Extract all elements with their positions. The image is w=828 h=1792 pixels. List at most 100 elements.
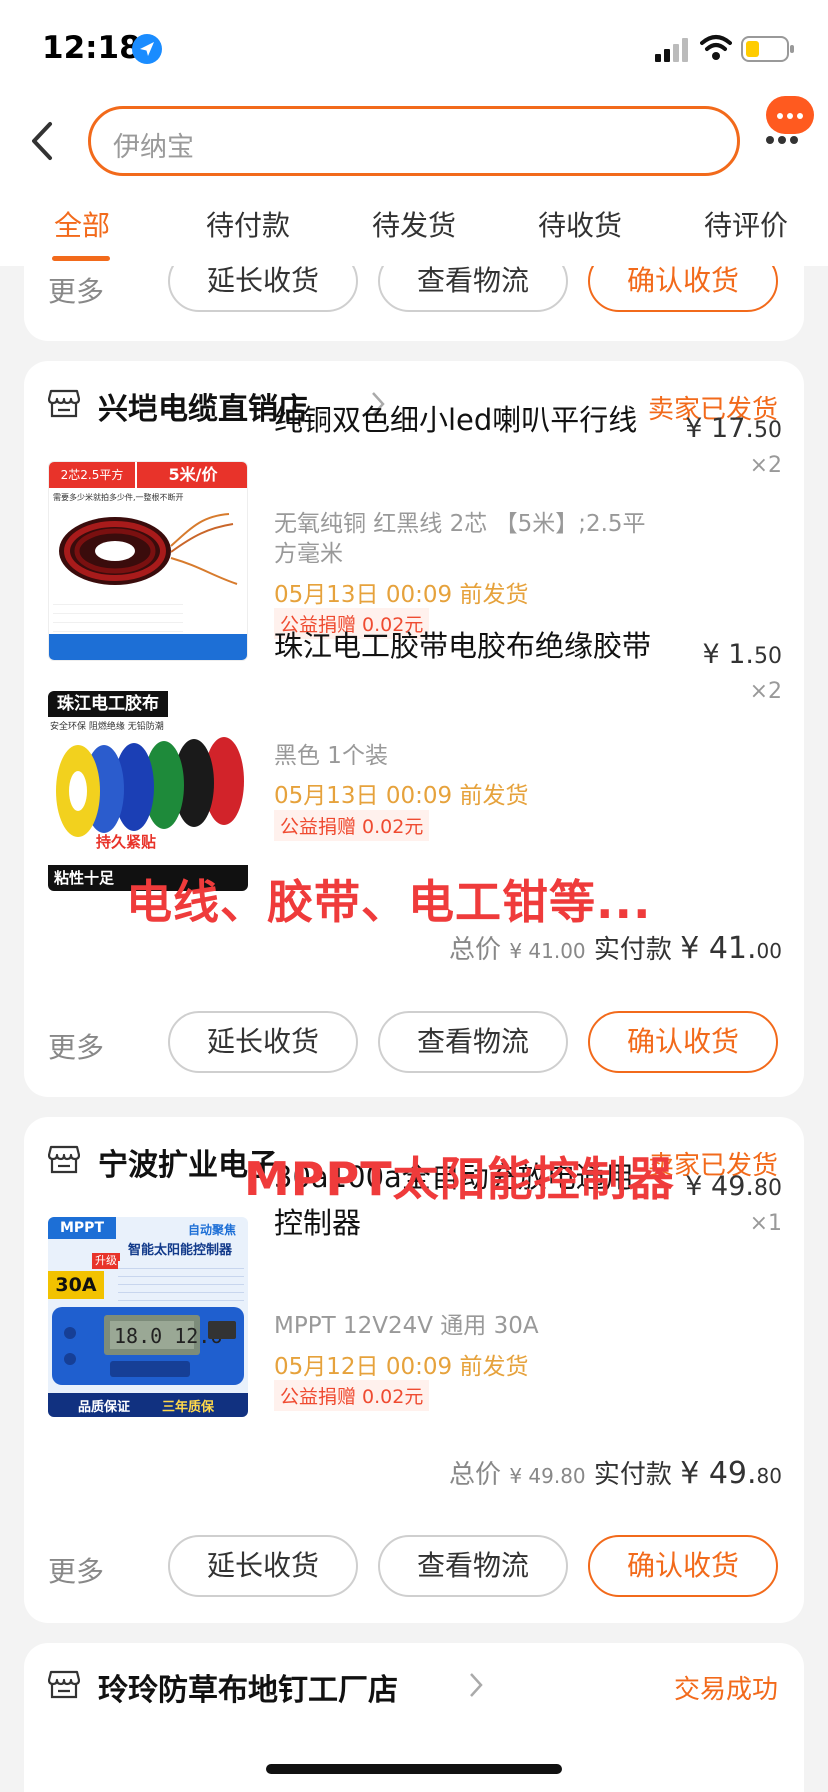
tab-pending-receipt[interactable]: 待收货 [538,204,622,244]
paid-dec: 80 [756,1464,782,1488]
donation-tag: 公益捐赠 0.02元 [274,1380,430,1411]
paid-label: 实付款 [593,1460,672,1490]
paid-int: ¥ 49. [680,1456,757,1491]
view-logistics-button[interactable]: 查看物流 [378,1535,568,1597]
thumb-label: 品质保证 [78,1400,131,1415]
product-price: ¥ 1.50 [702,639,782,670]
header-bar: 伊纳宝 [0,96,828,186]
feature-list-image [118,1261,244,1301]
tab-all[interactable]: 全部 [54,204,110,244]
product-price: ¥ 17.50 [685,413,782,444]
product-price: ¥ 49.80 [685,1171,782,1202]
thumb-label: 30A [48,1271,104,1299]
donation-tag: 公益捐赠 0.02元 [274,810,430,841]
thumb-label: MPPT [48,1217,116,1239]
total-int: ¥ 41. [509,939,561,963]
status-bar: 12:18 [0,0,828,96]
product-title[interactable]: 纯铜双色细小led喇叭平行线 [274,397,694,443]
cable-coil-image [59,513,238,585]
spec-table-image [53,596,183,632]
message-bubble-icon [766,96,814,134]
product-title-text: 纯铜双色细小led喇叭平行线 [274,403,638,437]
product-thumbnail-controller[interactable]: MPPT 自动聚焦 智能太阳能控制器 升级 30A 18.0 12.6 品质保证… [48,1217,248,1417]
thumb-label: 自动聚焦 [188,1223,237,1237]
tab-pending-payment[interactable]: 待付款 [206,204,290,244]
extend-receipt-button[interactable]: 延长收货 [168,1535,358,1597]
price-dec: 50 [754,418,782,443]
store-icon [48,389,80,418]
store-header[interactable]: 玲玲防草布地钉工厂店 [48,1665,488,1708]
total-amount: ¥ 49.80 [509,1460,585,1490]
thumb-label: 5米/价 [137,462,247,488]
cellular-signal-icon [655,38,688,62]
thumb-footer: 品质保证 三年质保 [48,1393,248,1417]
product-quantity: ×2 [749,679,782,704]
back-chevron-icon[interactable] [24,118,64,164]
confirm-receipt-button[interactable]: 确认收货 [588,1011,778,1073]
thumb-label: 升级 [92,1253,120,1269]
ship-deadline: 05月13日 00:09 前发货 [274,783,529,809]
price-dec: 80 [754,1176,782,1201]
thumb-label: 2芯2.5平方 [49,462,135,488]
wifi-icon [700,35,732,60]
order-totals: 总价 ¥ 41.00 实付款 ¥ 41.00 [449,929,782,966]
paid-label: 实付款 [593,935,672,965]
svg-text:18.0 12.6: 18.0 12.6 [114,1324,222,1348]
order-card-previous: 更多 延长收货 查看物流 确认收货 [24,266,804,341]
thumb-label: 需要多少米就拍多少件,一整根不断开 [53,493,184,502]
extend-receipt-button[interactable]: 延长收货 [168,266,358,312]
location-arrow-icon [132,34,162,64]
home-indicator [266,1764,562,1774]
banner-strip [49,634,247,660]
total-int: ¥ 49. [509,1464,561,1488]
order-tabs: 全部 待付款 待发货 待收货 待评价 [0,186,828,266]
total-dec: 80 [560,1464,586,1488]
thumb-label: 三年质保 [162,1400,215,1415]
controller-device-image: 18.0 12.6 [52,1307,244,1385]
view-logistics-button[interactable]: 查看物流 [378,266,568,312]
more-menu-button[interactable] [760,96,816,156]
total-label: 总价 [449,1460,502,1490]
more-link[interactable]: 更多 [48,270,104,310]
overlay-caption: MPPT太阳能控制器 [244,1152,675,1206]
battery-icon [741,36,794,62]
product-sku: 无氧纯铜 红黑线 2芯 【5米】;2.5平方毫米 [274,511,646,567]
product-thumbnail-tape[interactable]: 珠江电工胶布 安全环保 阻燃绝缘 无铅防潮 持久紧贴 粘性十足 [48,691,248,891]
price-int: ¥ 1. [702,639,754,670]
total-dec: 00 [560,939,586,963]
product-sku: 黑色 1个装 [274,743,388,769]
thumb-label: 珠江电工胶布 [48,691,168,717]
view-logistics-button[interactable]: 查看物流 [378,1011,568,1073]
price-int: ¥ 49. [685,1171,754,1202]
extend-receipt-button[interactable]: 延长收货 [168,1011,358,1073]
paid-int: ¥ 41. [680,931,757,966]
search-input[interactable]: 伊纳宝 [88,106,740,176]
tab-pending-review[interactable]: 待评价 [704,204,788,244]
more-link[interactable]: 更多 [48,1550,104,1590]
product-title-text: 珠江电工胶带电胶布绝缘胶带 [274,629,652,663]
order-card: 兴垲电缆直销店 卖家已发货 2芯2.5平方 5米/价 需要多少米就拍多少件,一整… [24,361,804,1097]
status-time: 12:18 [42,30,141,66]
product-sku: MPPT 12V24V 通用 30A [274,1313,539,1339]
store-icon [48,1145,80,1174]
product-quantity: ×2 [749,453,782,478]
confirm-receipt-button[interactable]: 确认收货 [588,1535,778,1597]
more-link[interactable]: 更多 [48,1026,104,1066]
total-amount: ¥ 41.00 [509,935,585,965]
order-totals: 总价 ¥ 49.80 实付款 ¥ 49.80 [449,1454,782,1491]
thumb-label: 持久紧贴 [96,833,157,851]
thumb-label: 智能太阳能控制器 [128,1243,233,1258]
active-tab-indicator [52,256,110,261]
ship-deadline: 05月13日 00:09 前发货 [274,582,529,608]
confirm-receipt-button[interactable]: 确认收货 [588,266,778,312]
price-dec: 50 [754,644,782,669]
more-dots-icon [762,136,802,146]
overlay-caption: 电线、胶带、电工钳等... [126,875,652,929]
store-icon [48,1670,80,1699]
total-label: 总价 [449,935,502,965]
product-thumbnail-cable[interactable]: 2芯2.5平方 5米/价 需要多少米就拍多少件,一整根不断开 [48,461,248,661]
product-title[interactable]: 珠江电工胶带电胶布绝缘胶带 [274,623,694,669]
ship-deadline: 05月12日 00:09 前发货 [274,1354,529,1380]
order-status: 交易成功 [673,1675,778,1705]
tab-pending-shipment[interactable]: 待发货 [372,204,456,244]
